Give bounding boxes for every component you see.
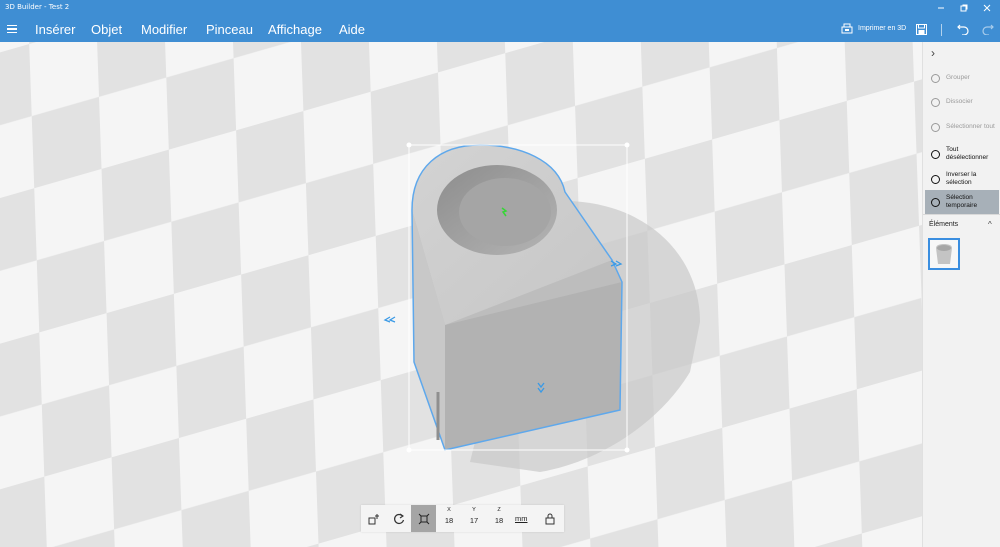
close-button[interactable] (976, 0, 998, 16)
object-toolbar: X 18 Y 17 Z 18 mm (361, 505, 564, 532)
object-thumbnail-icon (936, 244, 952, 264)
menu-aide[interactable]: Aide (339, 22, 365, 37)
menu-objet[interactable]: Objet (91, 22, 122, 37)
select-all-label: Sélectionner tout (946, 123, 995, 130)
undo-button[interactable] (955, 21, 971, 37)
temporary-selection-button[interactable]: Sélection temporaire (925, 190, 999, 214)
close-icon (983, 4, 991, 12)
group-icon (931, 73, 940, 83)
elements-heading: Éléments (929, 221, 959, 228)
scale-tool-button[interactable] (411, 505, 436, 532)
menu-pinceau[interactable]: Pinceau (206, 22, 253, 37)
menu-inserer[interactable]: Insérer (35, 22, 75, 37)
move-tool-button[interactable] (361, 505, 386, 532)
save-button[interactable] (913, 21, 929, 37)
title-bar: 3D Builder - Test 2 (0, 0, 1000, 16)
collapse-panel-chevron-icon[interactable]: › (931, 46, 935, 60)
restore-icon (960, 4, 968, 12)
dimension-x[interactable]: X 18 (439, 507, 459, 525)
lock-proportions-button[interactable] (537, 505, 562, 532)
3d-viewport[interactable] (0, 42, 922, 547)
scale-icon (418, 513, 429, 524)
temporary-selection-icon (931, 197, 940, 207)
menu-modifier[interactable]: Modifier (141, 22, 187, 37)
invert-selection-label: Inverser la sélection (946, 171, 977, 186)
unit-selector[interactable]: mm (515, 514, 528, 523)
menu-bar: Insérer Objet Modifier Pinceau Affichage… (0, 16, 1000, 42)
rotate-tool-button[interactable] (386, 505, 411, 532)
dimension-y-value[interactable]: 17 (464, 516, 484, 525)
deselect-all-label: Tout désélectionner (946, 146, 989, 161)
viewport-scene[interactable] (0, 42, 922, 547)
bbox-handle-top-left[interactable] (406, 142, 412, 148)
printer-3d-icon (841, 23, 853, 34)
move-icon (368, 513, 379, 524)
dimension-x-label: X (447, 507, 451, 513)
dimension-x-value[interactable]: 18 (439, 516, 459, 525)
dissocier-label: Dissocier (946, 98, 973, 105)
grouper-button[interactable]: Grouper (925, 66, 999, 90)
restore-button[interactable] (953, 0, 975, 16)
menu-affichage[interactable]: Affichage (268, 22, 322, 37)
print-3d-label: Imprimer en 3D (858, 24, 907, 32)
invert-selection-button[interactable]: Inverser la sélection (925, 167, 999, 191)
bbox-handle-bottom-right[interactable] (624, 447, 630, 453)
rotate-icon (393, 513, 404, 524)
save-icon (915, 23, 927, 35)
window-title: 3D Builder - Test 2 (5, 3, 70, 11)
dimension-z-label: Z (497, 507, 501, 513)
dimension-y-label: Y (472, 507, 476, 513)
deselect-all-button[interactable]: Tout désélectionner (925, 142, 999, 166)
ungroup-icon (931, 97, 940, 107)
select-all-button[interactable]: Sélectionner tout (925, 115, 999, 139)
bbox-handle-top-right[interactable] (624, 142, 630, 148)
dimension-z-value[interactable]: 18 (489, 516, 509, 525)
hamburger-menu-icon[interactable] (7, 25, 17, 33)
select-all-icon (931, 122, 940, 132)
minimize-button[interactable] (930, 0, 952, 16)
minimize-icon (938, 7, 944, 9)
elements-collapse-icon[interactable]: ^ (988, 220, 992, 229)
undo-icon (957, 24, 969, 35)
redo-icon (982, 24, 994, 35)
redo-button[interactable] (980, 21, 996, 37)
grouper-label: Grouper (946, 74, 970, 81)
dissocier-button[interactable]: Dissocier (925, 90, 999, 114)
dimension-z[interactable]: Z 18 (489, 507, 509, 525)
dimension-y[interactable]: Y 17 (464, 507, 484, 525)
selection-panel: › Grouper Dissocier Sélectionner tout To… (922, 42, 1000, 547)
object-thumbnail[interactable] (928, 238, 960, 270)
bbox-handle-bottom-left[interactable] (406, 447, 412, 453)
temporary-selection-label: Sélection temporaire (946, 194, 978, 209)
panel-divider (923, 214, 1000, 215)
invert-selection-icon (931, 174, 940, 184)
lock-icon (545, 513, 554, 524)
deselect-all-icon (931, 149, 940, 159)
print-3d-button[interactable]: Imprimer en 3D (841, 22, 906, 34)
